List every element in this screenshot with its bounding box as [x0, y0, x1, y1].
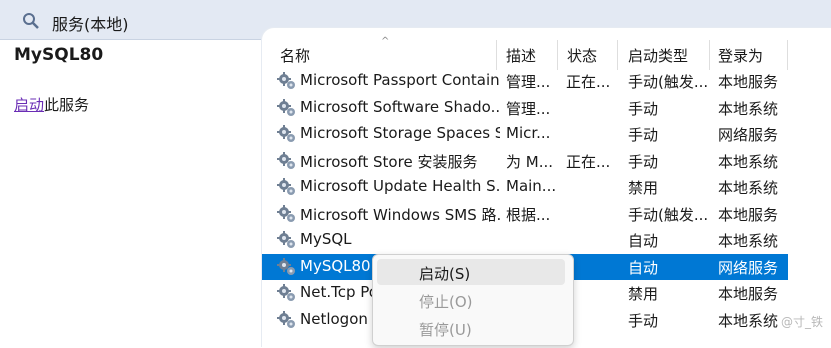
cell-logon: 本地服务: [718, 285, 779, 303]
cell-logon: 本地系统: [718, 179, 779, 197]
service-row[interactable]: Microsoft Store 安装服务 为 M... 正在... 手动 本地系统: [262, 148, 788, 174]
col-header-startup[interactable]: 启动类型: [628, 45, 688, 66]
start-service-link[interactable]: 启动: [14, 96, 44, 114]
service-row[interactable]: Microsoft Passport Container 管理... 正在... 手动…: [262, 68, 788, 94]
col-divider[interactable]: [557, 40, 558, 70]
service-row[interactable]: Microsoft Windows SMS 路... 根据... 手动(触发... 本…: [262, 201, 788, 227]
cell-startup: 手动: [628, 311, 659, 330]
cell-startup: 禁用: [628, 179, 659, 197]
col-header-desc[interactable]: 描述: [506, 45, 536, 66]
menu-item-start-label: 启动(S): [419, 265, 471, 283]
cell-name: MySQL: [300, 230, 352, 248]
cell-name: Microsoft Windows SMS 路...: [300, 205, 500, 224]
watermark: @寸_铁: [780, 315, 823, 329]
gear-icon: [276, 176, 298, 198]
cell-startup: 手动(触发...: [628, 205, 709, 224]
header-title: 服务(本地): [52, 15, 129, 34]
service-row[interactable]: Microsoft Software Shado... 管理... 手动 本地系统: [262, 95, 788, 121]
col-header-name[interactable]: 名称: [280, 45, 310, 66]
cell-status: 正在...: [566, 73, 611, 91]
cell-desc: 根据...: [506, 205, 551, 224]
cell-logon: 本地服务: [718, 73, 779, 91]
cell-startup: 手动: [628, 126, 659, 144]
start-service-suffix: 此服务: [44, 96, 90, 114]
gear-icon: [276, 123, 298, 145]
sort-caret-icon: ^: [381, 36, 390, 47]
cell-name: Microsoft Store 安装服务: [300, 152, 478, 171]
col-divider[interactable]: [709, 40, 710, 70]
gear-icon: [276, 150, 298, 172]
cell-desc: Main...: [506, 177, 557, 195]
gear-icon: [276, 70, 298, 92]
cell-startup: 手动: [628, 152, 659, 171]
gear-icon: [276, 229, 298, 251]
cell-name: Microsoft Software Shado...: [300, 97, 500, 116]
cell-status: 正在...: [566, 152, 611, 171]
cell-startup: 自动: [628, 232, 659, 250]
start-service-action: 启动此服务: [14, 94, 89, 115]
menu-item-pause-label: 暂停(U): [419, 321, 472, 339]
col-divider[interactable]: [496, 40, 497, 70]
cell-name: Microsoft Storage Spaces S...: [300, 124, 500, 142]
cell-startup: 自动: [628, 258, 659, 277]
menu-item-stop[interactable]: 停止(O): [377, 287, 565, 313]
service-row[interactable]: MySQL 自动 本地系统: [262, 227, 788, 253]
cell-name: Microsoft Update Health S...: [300, 177, 500, 195]
cell-desc: 管理...: [506, 73, 551, 91]
cell-logon: 本地系统: [718, 152, 779, 171]
cell-desc: 为 M...: [506, 152, 554, 171]
cell-startup: 手动(触发...: [628, 73, 709, 91]
col-header-logon[interactable]: 登录为: [718, 45, 763, 66]
cell-logon: 网络服务: [718, 126, 779, 144]
menu-item-start[interactable]: 启动(S): [377, 259, 565, 285]
gear-icon: [276, 282, 298, 304]
menu-item-pause[interactable]: 暂停(U): [377, 315, 565, 341]
col-header-status[interactable]: 状态: [567, 45, 597, 66]
menu-item-stop-label: 停止(O): [419, 293, 473, 311]
gear-icon: [276, 309, 298, 331]
cell-startup: 禁用: [628, 285, 659, 303]
cell-logon: 本地服务: [718, 205, 779, 224]
col-divider[interactable]: [787, 40, 788, 70]
gear-icon: [276, 256, 298, 278]
services-icon: [23, 13, 39, 29]
gear-icon: [276, 97, 298, 119]
cell-startup: 手动: [628, 99, 659, 118]
gear-icon: [276, 203, 298, 225]
cell-desc: 管理...: [506, 99, 551, 118]
selected-service-name: MySQL80: [14, 45, 104, 65]
col-divider[interactable]: [617, 40, 618, 70]
service-row[interactable]: Microsoft Update Health S... Main... 禁用 本地系…: [262, 174, 788, 200]
cell-logon: 本地系统: [718, 311, 779, 330]
service-row[interactable]: Microsoft Storage Spaces S... Micr... 手动 网络…: [262, 121, 788, 147]
cell-logon: 本地系统: [718, 232, 779, 250]
context-menu: 启动(S) 停止(O) 暂停(U): [372, 254, 574, 346]
cell-logon: 本地系统: [718, 99, 779, 118]
cell-desc: Micr...: [506, 124, 551, 142]
cell-logon: 网络服务: [718, 258, 779, 277]
cell-name: Microsoft Passport Container: [300, 71, 500, 89]
